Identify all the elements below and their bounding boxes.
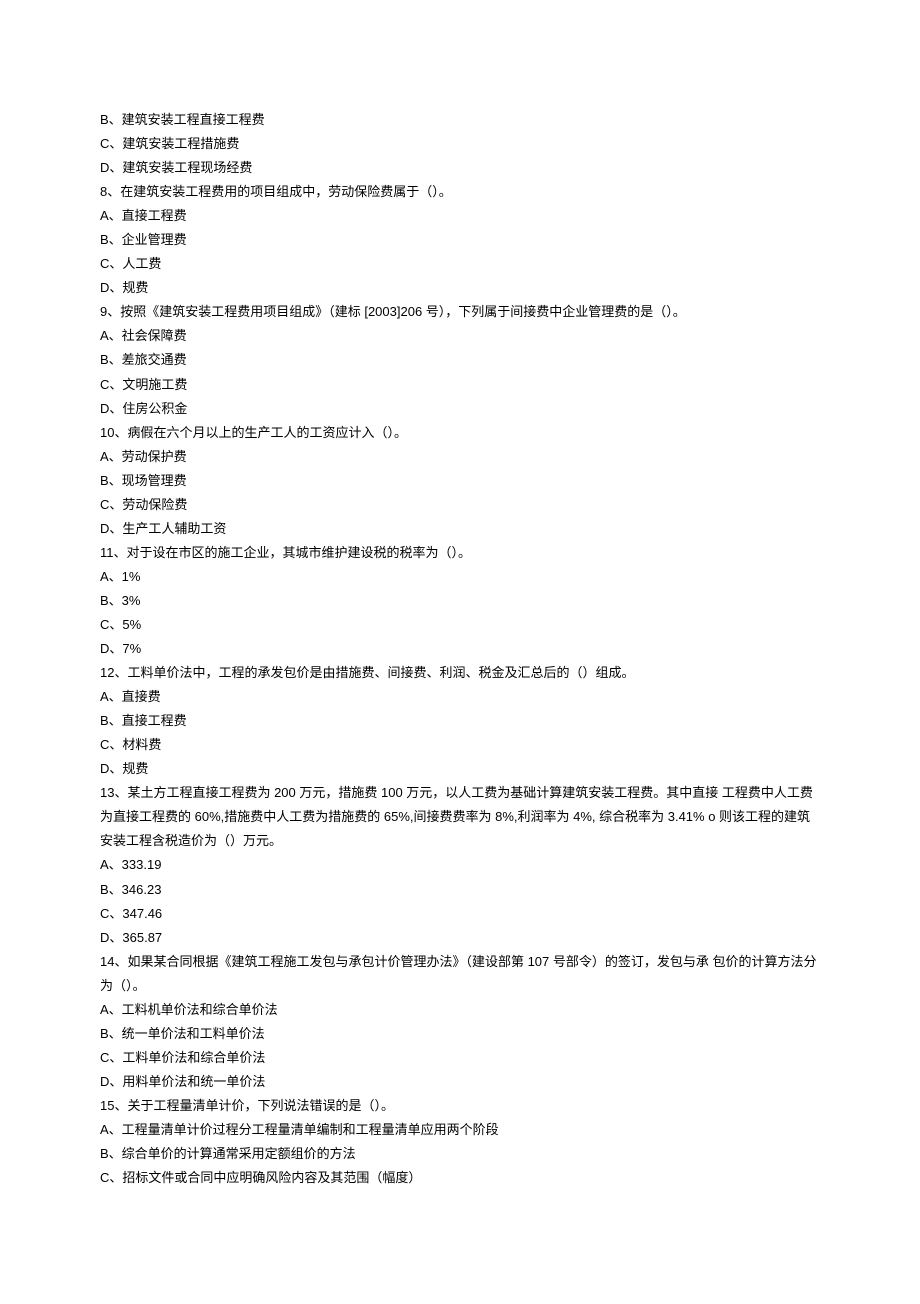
text-line: 8、在建筑安装工程费用的项目组成中，劳动保险费属于（）。 [100,180,820,204]
text-line: D、7% [100,637,820,661]
text-line: B、统一单价法和工料单价法 [100,1022,820,1046]
text-line: C、人工费 [100,252,820,276]
text-line: A、333.19 [100,853,820,877]
text-line: A、直接工程费 [100,204,820,228]
text-line: B、3% [100,589,820,613]
text-line: 13、某土方工程直接工程费为 200 万元，措施费 100 万元，以人工费为基础… [100,781,820,853]
text-line: C、5% [100,613,820,637]
text-line: A、劳动保护费 [100,445,820,469]
text-line: B、建筑安装工程直接工程费 [100,108,820,132]
text-line: B、346.23 [100,878,820,902]
text-line: B、现场管理费 [100,469,820,493]
text-line: C、文明施工费 [100,373,820,397]
text-line: C、工料单价法和综合单价法 [100,1046,820,1070]
text-line: A、直接费 [100,685,820,709]
text-line: 11、对于设在市区的施工企业，其城市维护建设税的税率为（）。 [100,541,820,565]
text-line: D、住房公积金 [100,397,820,421]
text-line: B、企业管理费 [100,228,820,252]
text-line: C、建筑安装工程措施费 [100,132,820,156]
text-line: C、招标文件或合同中应明确风险内容及其范围（幅度） [100,1166,820,1190]
text-line: A、工料机单价法和综合单价法 [100,998,820,1022]
text-line: B、差旅交通费 [100,348,820,372]
text-line: 10、病假在六个月以上的生产工人的工资应计入（）。 [100,421,820,445]
text-line: C、劳动保险费 [100,493,820,517]
text-line: 12、工料单价法中，工程的承发包价是由措施费、间接费、利润、税金及汇总后的（）组… [100,661,820,685]
text-line: A、社会保障费 [100,324,820,348]
text-line: D、365.87 [100,926,820,950]
text-line: 9、按照《建筑安装工程费用项目组成》（建标 [2003]206 号），下列属于间… [100,300,820,324]
text-line: D、建筑安装工程现场经费 [100,156,820,180]
text-line: B、直接工程费 [100,709,820,733]
text-line: A、1% [100,565,820,589]
text-line: D、规费 [100,757,820,781]
document-body: B、建筑安装工程直接工程费C、建筑安装工程措施费D、建筑安装工程现场经费8、在建… [100,108,820,1190]
text-line: B、综合单价的计算通常采用定额组价的方法 [100,1142,820,1166]
text-line: A、工程量清单计价过程分工程量清单编制和工程量清单应用两个阶段 [100,1118,820,1142]
text-line: D、用料单价法和统一单价法 [100,1070,820,1094]
text-line: D、生产工人辅助工资 [100,517,820,541]
text-line: C、347.46 [100,902,820,926]
text-line: D、规费 [100,276,820,300]
text-line: 15、关于工程量清单计价，下列说法错误的是（）。 [100,1094,820,1118]
text-line: 14、如果某合同根据《建筑工程施工发包与承包计价管理办法》（建设部第 107 号… [100,950,820,998]
text-line: C、材料费 [100,733,820,757]
